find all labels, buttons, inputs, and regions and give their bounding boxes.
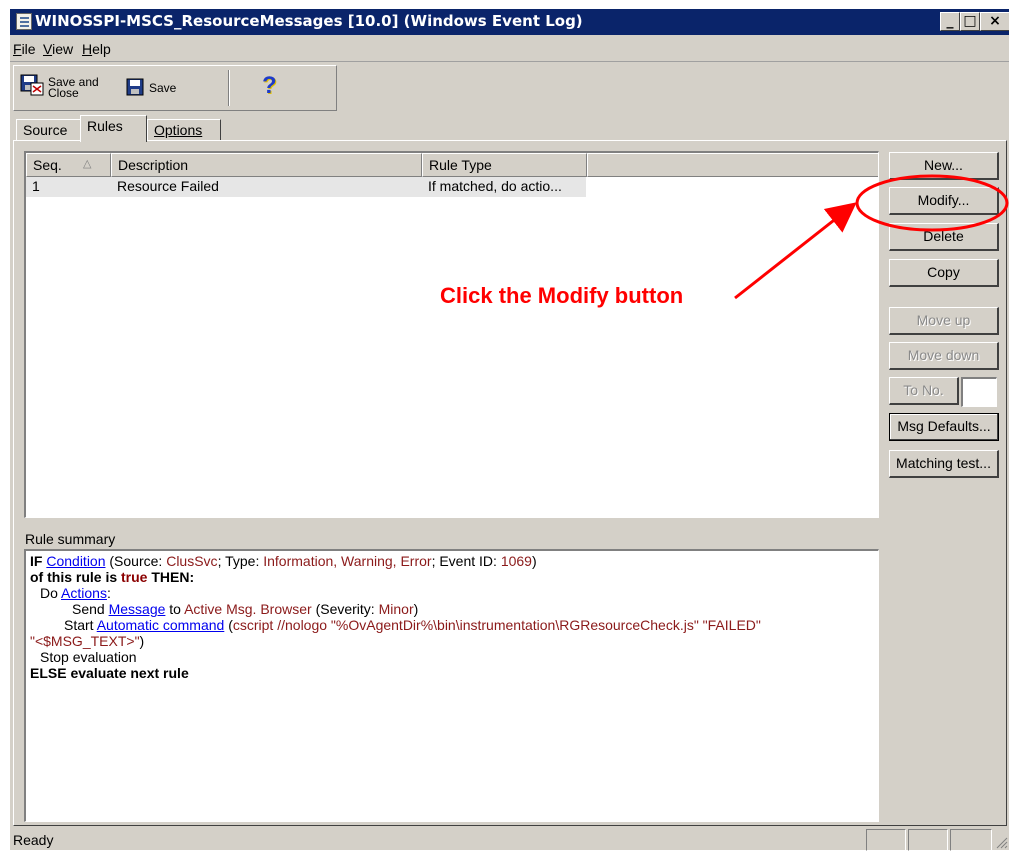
highlight-ellipse — [855, 174, 1009, 232]
annotation-overlay — [734, 174, 1009, 300]
tab-rules[interactable]: Rules — [80, 115, 147, 142]
pointer-arrow — [734, 202, 857, 300]
annotation-label: Click the Modify button — [440, 283, 684, 308]
